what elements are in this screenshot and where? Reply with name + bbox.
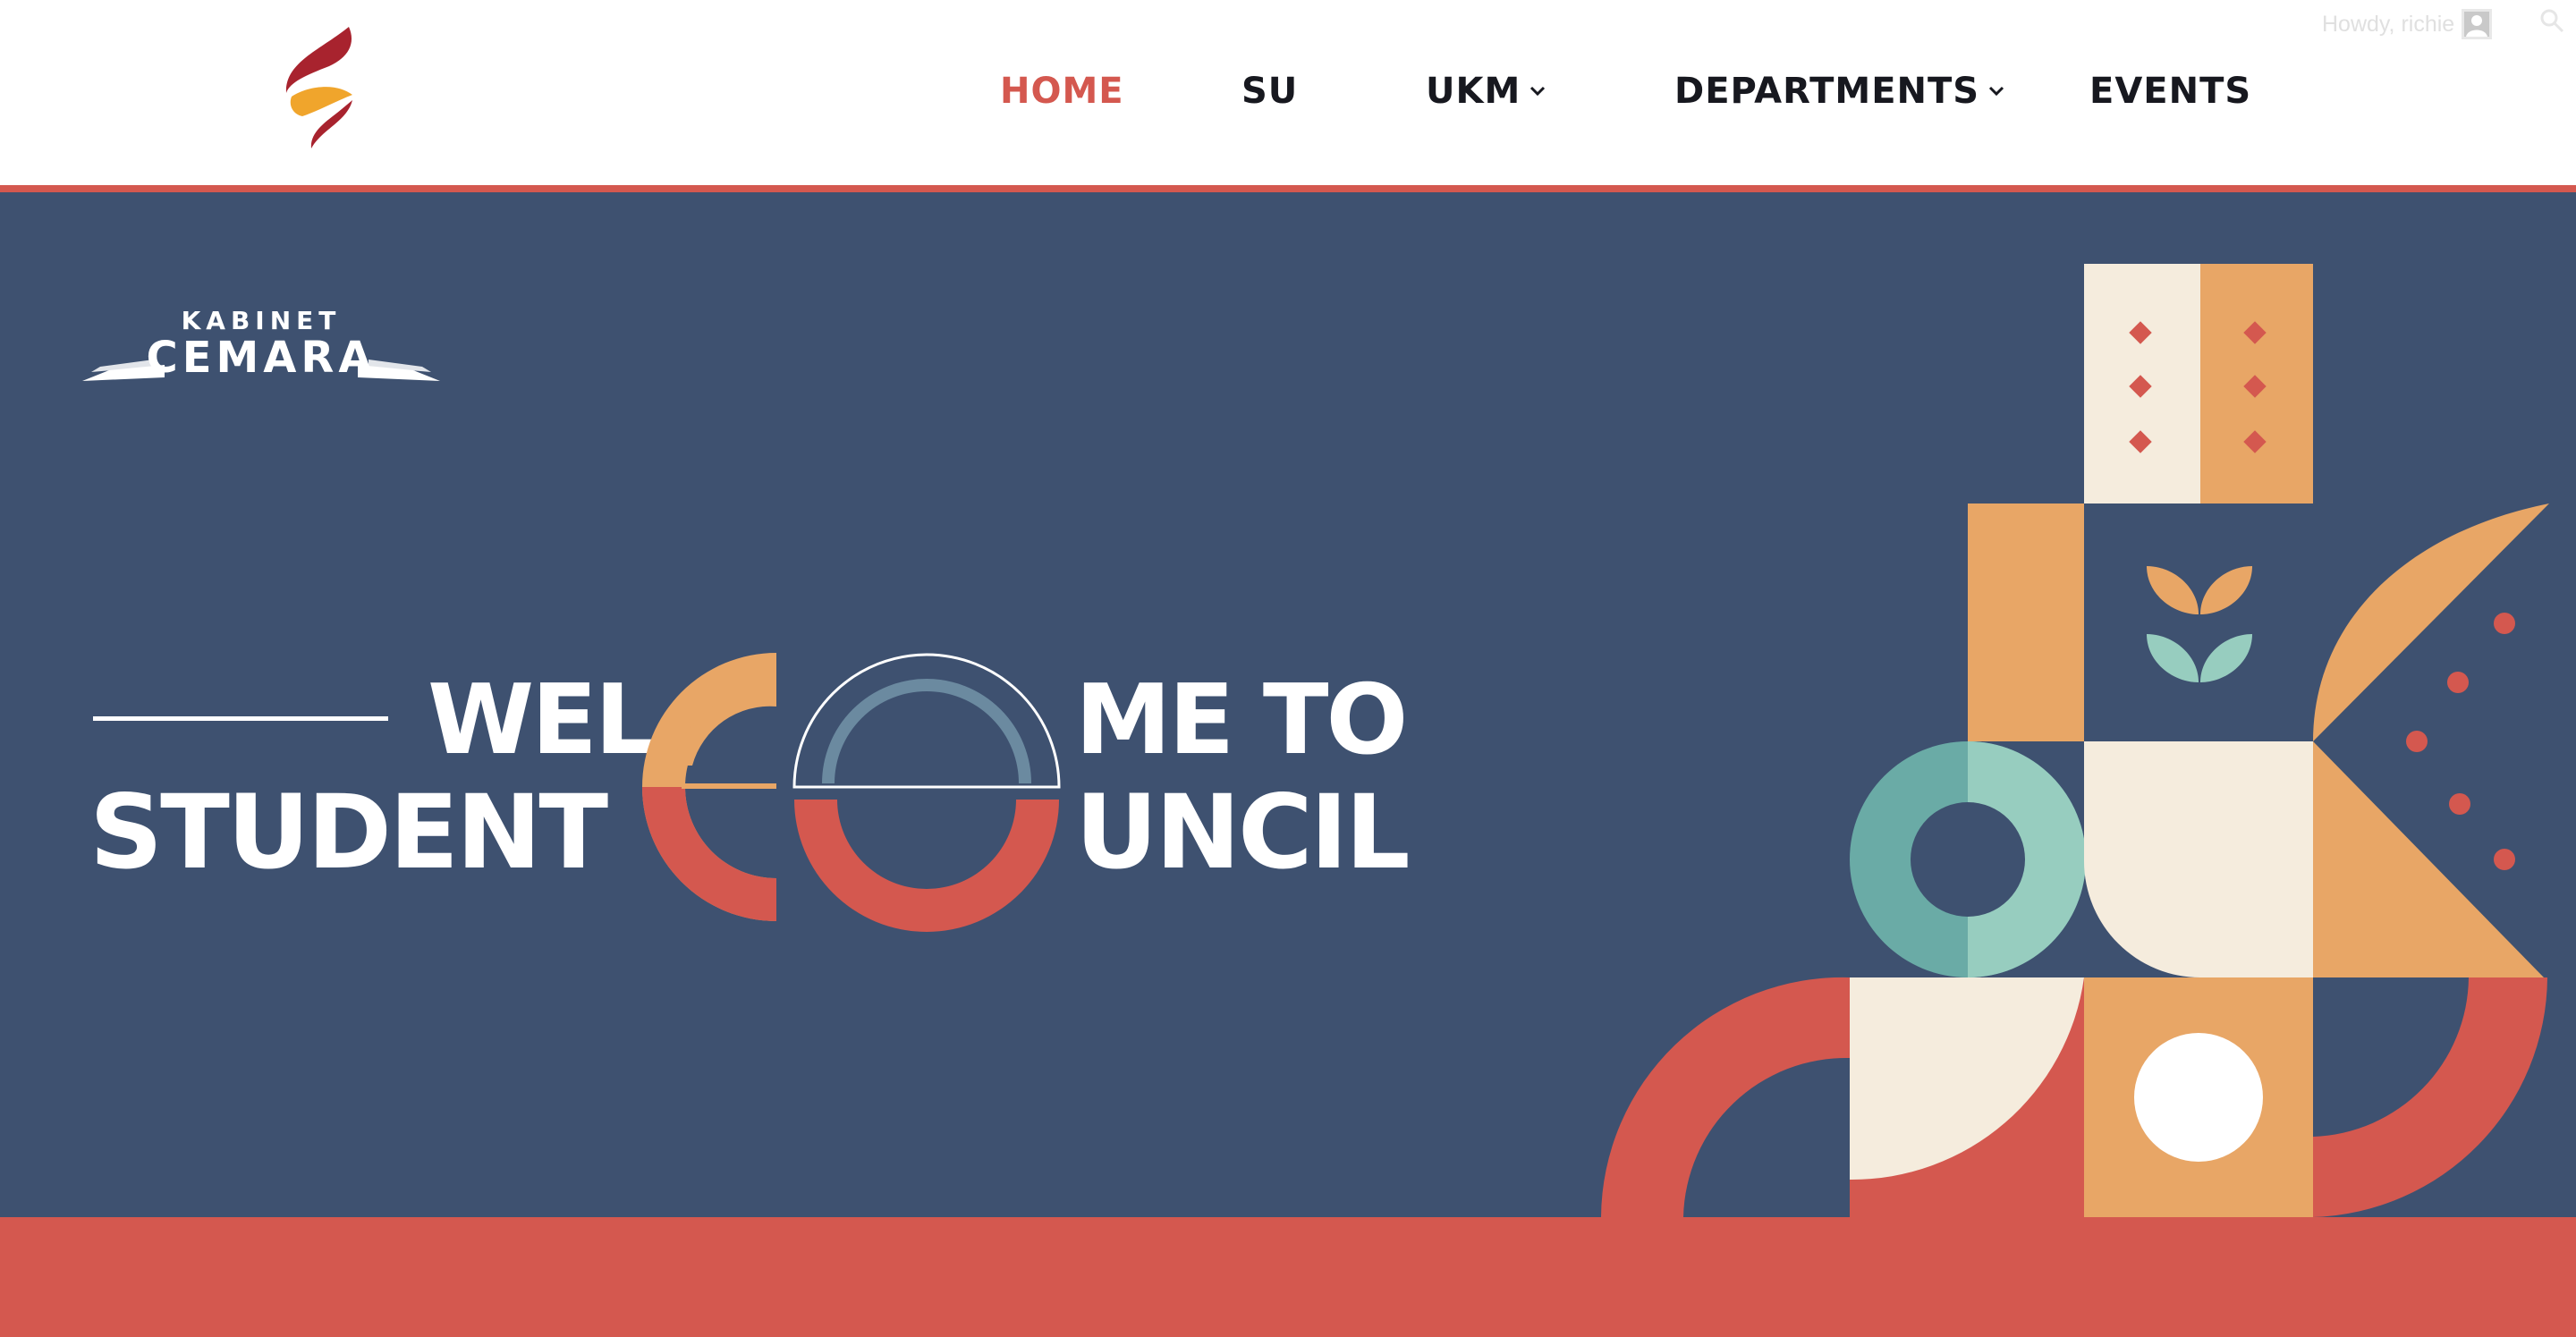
nav-home-label: HOME <box>1000 71 1124 112</box>
right-wing-icon <box>358 360 440 381</box>
left-wing-icon <box>82 360 165 381</box>
headline-student: STUDENT <box>89 773 608 892</box>
headline-wel: WEL <box>428 664 657 776</box>
co-letters-graphic <box>642 653 1061 932</box>
hero-geometric-illustration <box>1601 264 2549 1217</box>
nav-events[interactable]: EVENTS <box>2089 64 2251 118</box>
chevron-down-icon <box>1989 86 2004 97</box>
nav-su[interactable]: SU <box>1241 64 1298 118</box>
nav-su-label: SU <box>1241 71 1299 112</box>
nav-home[interactable]: HOME <box>1000 64 1124 118</box>
admin-account-menu[interactable]: Howdy, richie <box>2322 5 2493 43</box>
headline-uncil: UNCIL <box>1075 773 1411 892</box>
headline-me-to: ME TO <box>1075 664 1408 776</box>
nav-departments[interactable]: DEPARTMENTS <box>1674 64 2004 118</box>
site-header: HOME SU UKM DEPARTMENTS EVENTS Howdy, ri… <box>0 0 2576 185</box>
nav-ukm[interactable]: UKM <box>1426 64 1546 118</box>
howdy-greeting: Howdy, richie <box>2322 11 2455 37</box>
brand-top-text: KABINET <box>181 306 342 335</box>
chevron-down-icon <box>1530 86 1546 97</box>
headline-accent-line <box>93 716 388 721</box>
site-logo[interactable] <box>267 23 365 154</box>
cabinet-brand-logo: KABINET CEMARA <box>82 306 440 386</box>
nav-events-label: EVENTS <box>2089 71 2252 112</box>
nav-ukm-label: UKM <box>1426 71 1521 112</box>
search-icon[interactable] <box>2538 7 2565 34</box>
user-avatar-icon <box>2462 9 2493 39</box>
hero-bottom-band <box>0 1217 2576 1337</box>
nav-departments-label: DEPARTMENTS <box>1674 71 1980 112</box>
header-divider <box>0 185 2576 192</box>
